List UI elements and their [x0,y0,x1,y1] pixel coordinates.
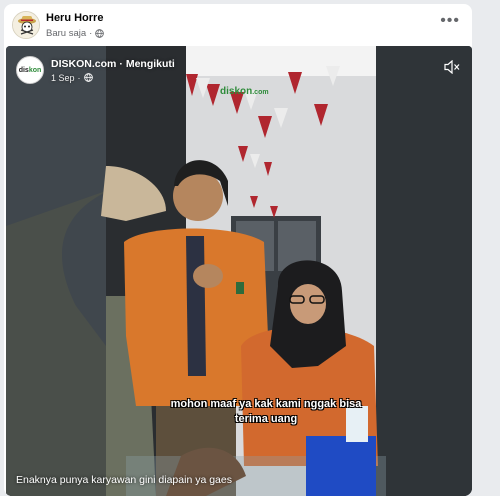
post-header: Heru Horre Baru saja · ••• [4,4,472,46]
sign-text-b: kon [234,86,253,97]
profile-avatar-icon [13,12,39,38]
sign-text-c: .com [252,89,269,96]
mute-icon[interactable] [444,60,460,74]
page-logo-text-b: kon [28,66,42,74]
video-date[interactable]: 1 Sep [51,73,75,83]
author-name[interactable]: Heru Horre [46,12,103,24]
follow-status[interactable]: Mengikuti [126,58,175,70]
author-avatar[interactable] [12,11,40,39]
more-options-icon[interactable]: ••• [440,13,460,29]
post-time-row: Baru saja · [46,28,105,39]
page-avatar[interactable]: dis kon [16,56,44,84]
separator: · [119,57,123,70]
sign-logo: diskon.com [220,86,269,97]
video-player[interactable]: diskon.com dis kon DISKON.com · Mengikuti… [6,46,472,496]
post-time[interactable]: Baru saja [46,28,86,39]
page-logo-text-a: dis [18,66,29,74]
page-line: DISKON.com · Mengikuti [51,58,175,70]
subtitle-line-2: terima uang [234,413,298,425]
page-name[interactable]: DISKON.com [51,58,116,70]
post-card: Heru Horre Baru saja · ••• diskon.com di… [4,4,472,496]
page-info: DISKON.com · Mengikuti 1 Sep · [51,58,175,83]
page-header: dis kon DISKON.com · Mengikuti 1 Sep · [16,56,175,84]
sign-text-a: dis [220,86,235,97]
globe-icon [95,29,105,38]
subtitle-line-1: mohon maaf ya kak kami nggak bisa [170,398,362,410]
globe-icon [83,73,93,82]
page-time-row: 1 Sep · [51,73,175,83]
video-frame [6,46,472,496]
video-caption: Enaknya punya karyawan gini diapain ya g… [16,474,232,486]
